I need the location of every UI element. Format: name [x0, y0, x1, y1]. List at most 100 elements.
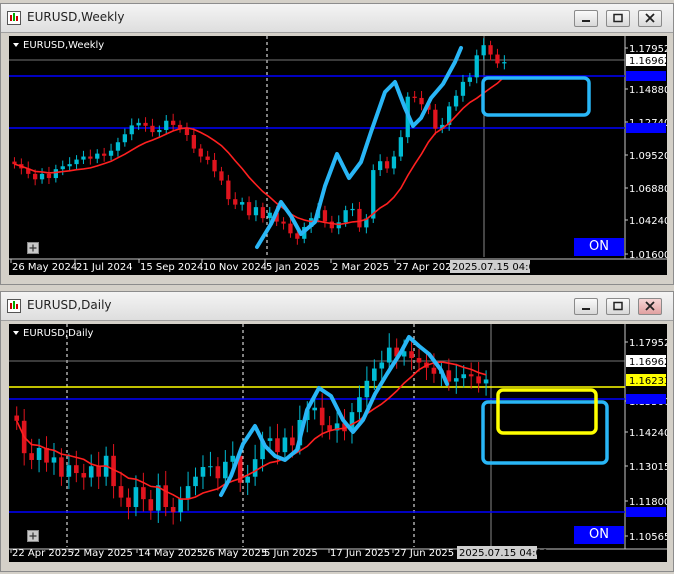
chart-canvas[interactable]: EURUSD,Daily1.179521.169621.162331.15500…	[9, 324, 667, 562]
candle-body	[460, 81, 466, 96]
price-axis-label: 1.17952	[629, 338, 667, 349]
candle-body	[212, 159, 217, 172]
candle-body	[118, 486, 124, 498]
candle-body	[59, 457, 64, 477]
candle-body	[67, 164, 72, 167]
time-axis-label: 26 May 2024	[12, 262, 77, 273]
candle-body	[136, 122, 141, 126]
price-axis-label: 1.01600	[629, 250, 667, 261]
dropdown-arrow-icon	[13, 43, 19, 47]
candle-body	[200, 467, 206, 477]
candle-body	[60, 166, 65, 170]
price-axis-label: 1.14240	[629, 428, 667, 439]
minimize-button[interactable]	[574, 10, 598, 27]
candle-body	[223, 461, 228, 479]
time-axis-label: 14 May 2025	[138, 548, 203, 559]
price-axis-label: 1.04240	[629, 216, 667, 227]
candle-body	[148, 499, 154, 511]
time-axis-label: 5 Jun 2025	[264, 548, 318, 559]
price-axis-label: 1.14880	[629, 85, 667, 96]
close-button[interactable]	[638, 10, 662, 27]
candle-body	[343, 210, 348, 223]
candle-body	[409, 351, 414, 359]
maximize-icon	[613, 13, 623, 23]
chart-window-icon	[7, 299, 21, 313]
candle-body	[126, 497, 131, 508]
candle-body	[275, 438, 280, 453]
on-badge[interactable]: ON	[574, 526, 624, 544]
candle-body	[184, 128, 190, 136]
on-badge[interactable]: ON	[574, 238, 624, 256]
candle-body	[155, 485, 161, 511]
candle-body	[312, 407, 318, 411]
time-axis-label: 10 Nov 2024	[203, 262, 267, 273]
candle-body	[357, 397, 362, 413]
candle-body	[433, 109, 438, 129]
plus-button[interactable]	[27, 530, 39, 542]
candle-body	[44, 447, 49, 463]
candle-body	[281, 221, 286, 224]
target-zone-box	[481, 76, 591, 117]
time-axis-label: 27 Apr 2025	[396, 262, 458, 273]
chart-window-icon	[7, 11, 21, 25]
candle-body	[191, 135, 196, 149]
candle-body	[267, 438, 273, 441]
candle-body	[378, 161, 383, 171]
candle-body	[95, 153, 100, 159]
price-axis-label: 1.17952	[629, 44, 667, 55]
close-button[interactable]	[638, 298, 662, 315]
title-bar[interactable]: EURUSD,Weekly	[1, 4, 673, 33]
candle-body	[74, 159, 79, 165]
plus-button[interactable]	[27, 242, 39, 254]
candle-body	[96, 466, 101, 477]
dropdown-arrow-icon	[13, 331, 19, 335]
level-price-tag	[626, 507, 666, 517]
candle-body	[88, 466, 94, 478]
candle-body	[29, 453, 34, 460]
candle-body	[419, 97, 424, 105]
window-title: EURUSD,Weekly	[27, 10, 125, 24]
candle-body	[39, 173, 45, 180]
chart-canvas[interactable]: EURUSD,Weekly1.179521.169621.148801.1274…	[9, 36, 667, 275]
candle-body	[46, 173, 52, 179]
title-bar[interactable]: EURUSD,Daily	[1, 292, 673, 321]
candle-body	[208, 466, 213, 468]
candle-body	[240, 202, 245, 205]
candle-body	[398, 137, 403, 157]
minimize-button[interactable]	[574, 298, 598, 315]
candle-body	[53, 169, 58, 179]
plus-icon	[29, 244, 37, 252]
candle-body	[122, 134, 127, 143]
chart-window-weekly[interactable]: EURUSD,Weekly EURUSD,Weekly 1.17952 1.1696…	[0, 3, 674, 285]
price-chart[interactable]: EURUSD,Daily1.179521.169621.162331.15500…	[9, 324, 667, 562]
candle-body	[379, 362, 385, 369]
time-axis-label: 2 Mar 2025	[332, 262, 389, 273]
candle-body	[164, 120, 169, 130]
target-zone-highlight	[496, 388, 598, 435]
candle-body	[371, 170, 376, 219]
candle-body	[364, 380, 370, 398]
candle-body	[461, 374, 467, 379]
price-chart[interactable]: EURUSD,Weekly1.179521.169621.148801.1274…	[9, 36, 667, 275]
candle-body	[322, 210, 328, 222]
candle-body	[205, 156, 210, 160]
candle-body	[267, 212, 272, 219]
minimize-icon	[582, 20, 590, 22]
candle-body	[384, 161, 390, 169]
maximize-button[interactable]	[606, 10, 630, 27]
price-axis-label: 1.06880	[629, 184, 667, 195]
candle-body	[33, 173, 38, 180]
candle-body	[157, 129, 162, 133]
chart-window-daily[interactable]: EURUSD,Daily EURUSD,Daily 1.17952 1.16962 1…	[0, 291, 674, 572]
candle-body	[115, 142, 121, 151]
candle-body	[386, 347, 392, 363]
candle-body	[245, 476, 250, 483]
maximize-button[interactable]	[606, 298, 630, 315]
time-axis-label: 5 Jan 2025	[266, 262, 320, 273]
candle-body	[453, 95, 459, 107]
candle-body	[66, 465, 72, 477]
candle-body	[412, 96, 417, 98]
candle-body	[230, 455, 236, 462]
candle-body	[467, 77, 472, 82]
candle-body	[171, 120, 176, 125]
